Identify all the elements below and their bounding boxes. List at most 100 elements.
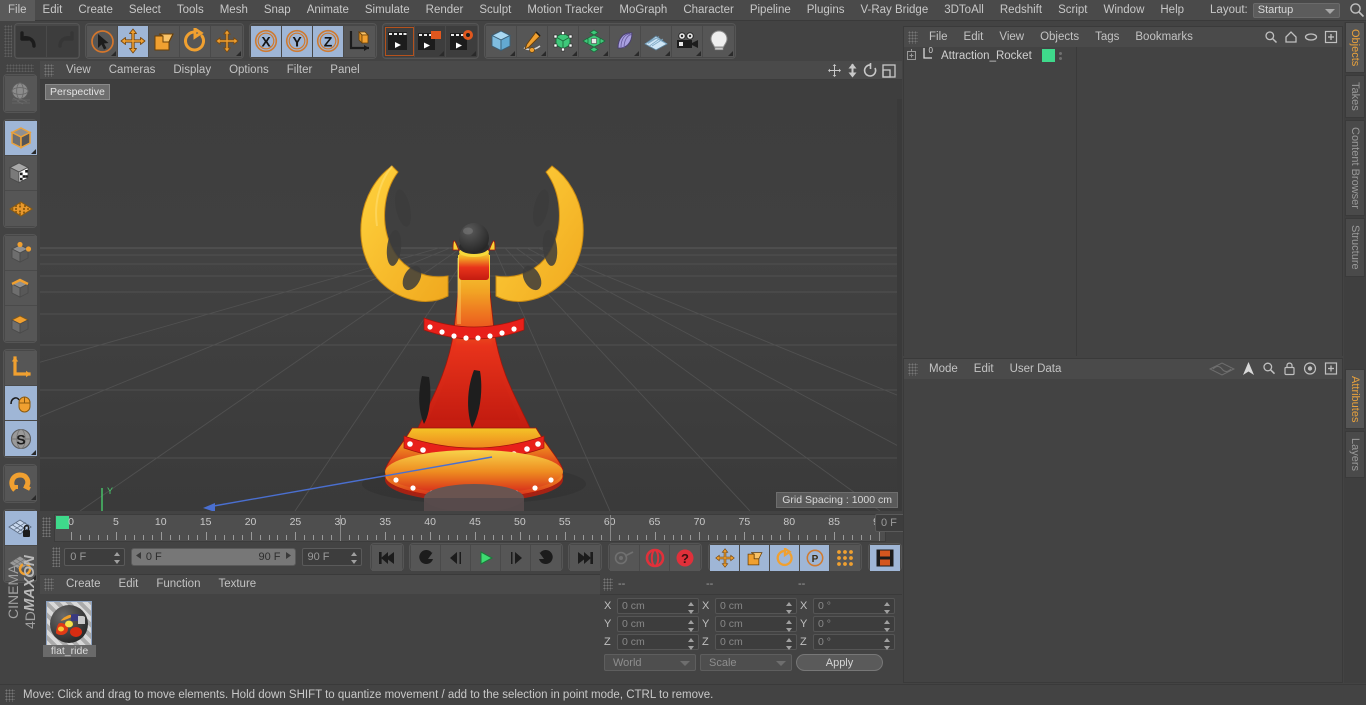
object-menu-view[interactable]: View (991, 27, 1032, 47)
spinner-icon[interactable] (884, 638, 891, 650)
make-editable-button[interactable] (5, 76, 37, 111)
tool-submenu-corner[interactable] (510, 50, 515, 56)
point-mode-button[interactable] (5, 236, 37, 271)
rotation-key-button[interactable] (770, 545, 801, 571)
tool-submenu-corner[interactable] (665, 50, 670, 56)
add-spline-button[interactable] (517, 25, 548, 57)
material-menu-texture[interactable]: Texture (209, 575, 265, 594)
transform-mode-dropdown[interactable]: Scale (700, 654, 792, 671)
tool-submenu-corner[interactable] (728, 50, 733, 56)
viewport-scrollbar[interactable] (897, 99, 902, 511)
record-active-objects-button[interactable] (640, 545, 671, 571)
redo-button[interactable] (47, 25, 78, 57)
material-manager-grip[interactable] (44, 578, 54, 591)
preview-range-bar[interactable]: 0 F 90 F (130, 548, 296, 566)
spinner-icon[interactable] (113, 552, 121, 564)
previous-key-button[interactable] (411, 545, 442, 571)
menu-item-animate[interactable]: Animate (299, 0, 357, 21)
scale-key-button[interactable] (740, 545, 771, 571)
rotate-tool-button[interactable] (180, 25, 211, 57)
search-icon[interactable] (1348, 1, 1366, 19)
autokeying-button[interactable] (610, 545, 641, 571)
coordinate-system-dropdown[interactable]: World (604, 654, 696, 671)
add-generator-button[interactable] (548, 25, 579, 57)
start-frame-field[interactable]: 0 F (64, 548, 125, 566)
point-level-animation-button[interactable] (830, 545, 861, 571)
rotation-z-input[interactable]: 0 ° (813, 634, 895, 650)
arrow-up-icon[interactable] (1242, 361, 1255, 379)
parameter-key-button[interactable]: P (800, 545, 831, 571)
render-view-button[interactable] (384, 25, 415, 57)
vtab-layers[interactable]: Layers (1345, 431, 1365, 479)
spinner-icon[interactable] (786, 620, 793, 632)
move-tool-button[interactable] (118, 25, 149, 57)
viewport-grip[interactable] (44, 63, 54, 77)
menu-item-help[interactable]: Help (1152, 0, 1192, 21)
go-to-start-button[interactable] (372, 545, 403, 571)
x-axis-lock-button[interactable]: X (251, 25, 282, 57)
layout-dropdown[interactable]: Startup (1252, 2, 1340, 18)
add-light-button[interactable] (703, 25, 734, 57)
add-camera-button[interactable] (672, 25, 703, 57)
scale-tool-button[interactable] (149, 25, 180, 57)
add-scene-object-button[interactable] (641, 25, 672, 57)
dolly-icon[interactable] (846, 63, 859, 81)
wave-icon[interactable] (1208, 361, 1236, 379)
menu-item-render[interactable]: Render (418, 0, 472, 21)
menu-item-3dtoall[interactable]: 3DToAll (936, 0, 992, 21)
tool-submenu-corner[interactable] (31, 450, 36, 455)
viewport-menu-options[interactable]: Options (220, 61, 278, 80)
end-frame-field[interactable]: 90 F (301, 548, 363, 566)
vtab-content-browser[interactable]: Content Browser (1345, 120, 1365, 216)
object-manager-row[interactable]: 0 Attraction_Rocket (904, 46, 1342, 64)
texture-mode-button[interactable] (5, 156, 37, 191)
keyframe-selection-button[interactable]: ? (670, 545, 701, 571)
menu-item-simulate[interactable]: Simulate (357, 0, 418, 21)
viewport-menu-display[interactable]: Display (164, 61, 220, 80)
object-menu-file[interactable]: File (921, 27, 956, 47)
viewport-canvas[interactable]: Perspective Grid Spacing : 1000 cm Y (40, 80, 902, 511)
object-tag-swatch[interactable] (1041, 49, 1055, 62)
next-key-button[interactable] (531, 545, 562, 571)
spinner-icon[interactable] (786, 602, 793, 614)
edge-mode-button[interactable] (5, 271, 37, 306)
menu-item-plugins[interactable]: Plugins (799, 0, 853, 21)
vtab-attributes[interactable]: Attributes (1345, 368, 1365, 430)
object-manager-body[interactable]: 0 Attraction_Rocket (904, 46, 1342, 356)
material-menu-function[interactable]: Function (147, 575, 209, 594)
live-selection-button[interactable] (87, 25, 118, 57)
position-key-button[interactable] (710, 545, 741, 571)
plus-box-icon[interactable] (1324, 361, 1338, 379)
tool-submenu-corner[interactable] (696, 50, 701, 56)
viewport-menu-view[interactable]: View (57, 61, 100, 80)
axis-modification-button[interactable] (5, 351, 37, 386)
vtab-objects[interactable]: Objects (1345, 22, 1365, 74)
render-settings-button[interactable] (446, 25, 477, 57)
rotate-view-icon[interactable] (863, 63, 878, 81)
rotation-x-input[interactable]: 0 ° (813, 598, 895, 614)
timeline-controls-grip[interactable] (52, 547, 61, 567)
tool-submenu-corner[interactable] (603, 50, 608, 56)
add-array-button[interactable] (579, 25, 610, 57)
menu-item-character[interactable]: Character (675, 0, 742, 21)
vtab-takes[interactable]: Takes (1345, 75, 1365, 119)
coordinates-grip[interactable] (603, 577, 613, 591)
lock-icon[interactable] (1283, 361, 1296, 379)
viewport-menu-panel[interactable]: Panel (321, 61, 368, 80)
spinner-icon[interactable] (786, 638, 793, 650)
status-bar-grip[interactable] (5, 688, 15, 702)
apply-button[interactable]: Apply (796, 654, 883, 671)
target-icon[interactable] (1303, 361, 1317, 379)
spinner-icon[interactable] (884, 620, 891, 632)
spinner-icon[interactable] (351, 552, 358, 564)
timeline-grip[interactable] (42, 517, 51, 537)
free-move-tool-button[interactable] (211, 25, 242, 57)
tool-submenu-corner[interactable] (439, 50, 444, 56)
menu-item-select[interactable]: Select (121, 0, 169, 21)
current-frame-marker[interactable] (56, 516, 69, 529)
search-icon[interactable] (1262, 361, 1276, 379)
tool-submenu-corner[interactable] (31, 149, 36, 154)
tool-submenu-corner[interactable] (31, 495, 36, 500)
toolbar-grip[interactable] (4, 25, 12, 57)
pan-icon[interactable] (827, 63, 842, 81)
